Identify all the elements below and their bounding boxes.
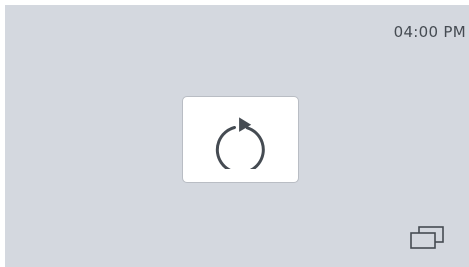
window-switch-button[interactable]	[407, 224, 447, 252]
clock-time: 04:00 PM	[393, 23, 466, 41]
refresh-icon	[212, 111, 270, 169]
screen: 04:00 PM	[5, 5, 469, 267]
window-switch-icon	[407, 224, 447, 252]
refresh-button[interactable]	[182, 96, 299, 183]
